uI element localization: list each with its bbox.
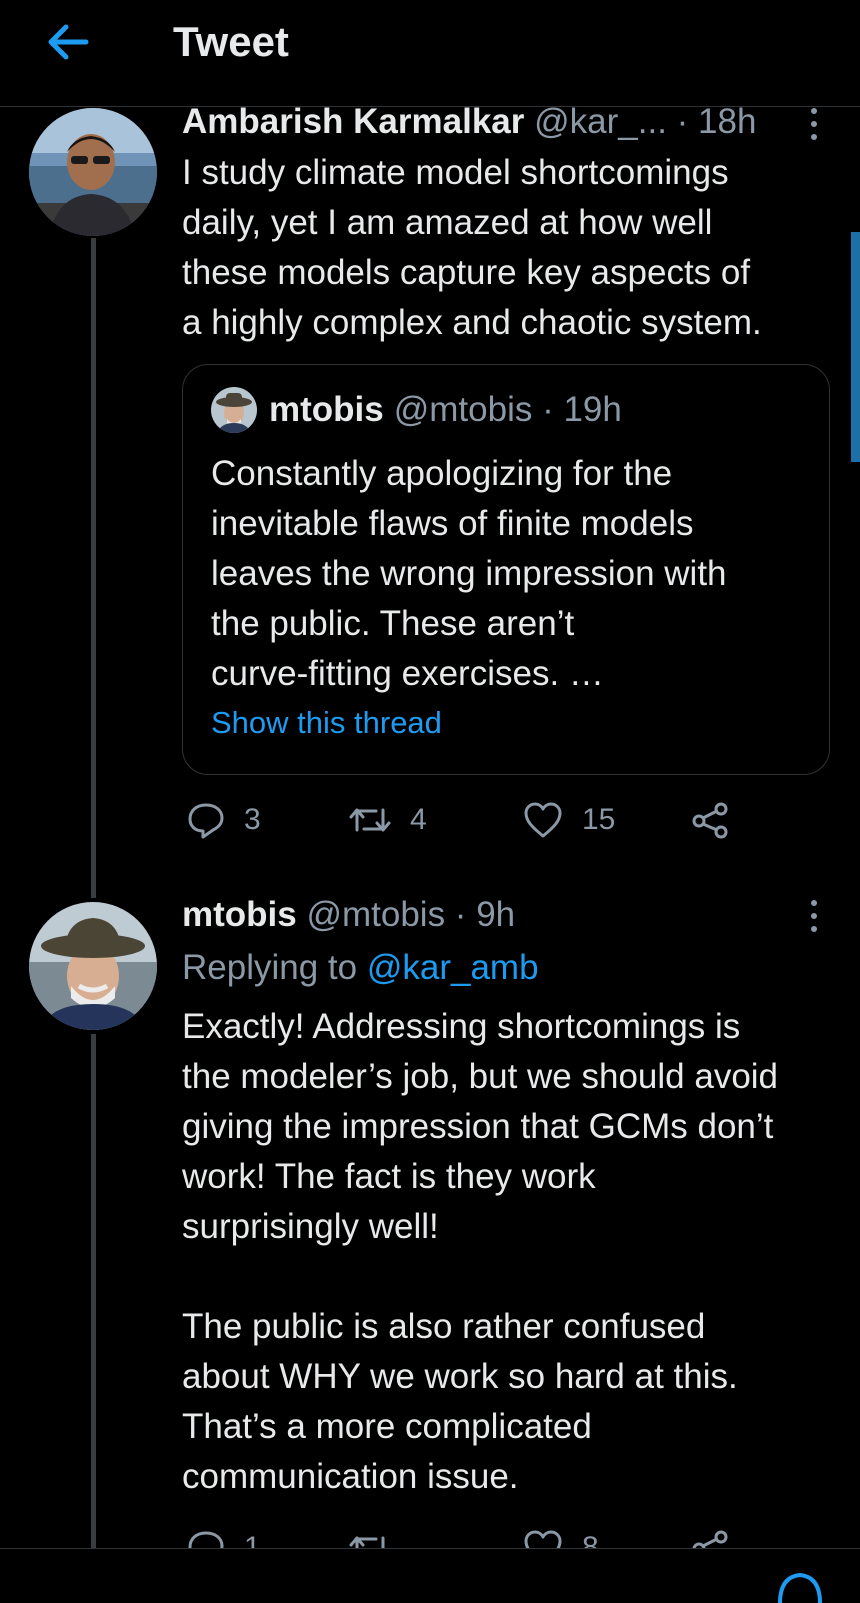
quote-author-name: mtobis (269, 390, 384, 429)
author-name[interactable]: mtobis (182, 895, 297, 934)
back-button[interactable] (40, 18, 96, 66)
handle-time: @mtobis · 9h (306, 895, 516, 934)
reply-count: 3 (244, 803, 261, 836)
like-count: 15 (582, 803, 616, 836)
page-title: Tweet (173, 18, 289, 65)
compose-icon[interactable] (775, 1563, 825, 1603)
tweet-text: I study climate model shortcomings daily… (182, 153, 762, 342)
tweet-header: Ambarish Karmalkar @kar_... · 18h (182, 102, 756, 142)
tweet-text: Exactly! Addressing shortcomings is the … (182, 1007, 779, 1496)
replying-prefix: Replying to (182, 948, 367, 987)
share-icon (692, 802, 728, 839)
more-icon (811, 108, 817, 114)
more-options-button[interactable] (800, 104, 828, 144)
heart-icon (524, 802, 562, 838)
retweet-button[interactable]: 4 (348, 800, 427, 840)
retweet-count: 4 (410, 803, 427, 836)
replying-handle-link[interactable]: @kar_amb (367, 948, 539, 987)
top-bar: Tweet (0, 0, 860, 107)
heart-icon (524, 1530, 562, 1550)
share-icon (692, 1530, 728, 1550)
like-button[interactable]: 8 (522, 1528, 599, 1550)
reply-icon (188, 803, 224, 839)
quote-handle-time: @mtobis · 19h (393, 390, 622, 429)
avatar[interactable] (29, 108, 157, 236)
quote-avatar (211, 387, 257, 433)
tweet-actions: 1 8 (182, 1528, 742, 1550)
quote-text: Constantly apologizing for the inevitabl… (211, 454, 727, 693)
arrow-left-icon (48, 24, 89, 60)
scrollbar-thumb[interactable] (851, 232, 860, 462)
like-button[interactable]: 15 (522, 800, 615, 840)
thread-line (91, 238, 96, 898)
share-button[interactable] (690, 1528, 742, 1550)
avatar[interactable] (29, 902, 157, 1030)
reply-button[interactable]: 3 (186, 800, 261, 840)
quote-header: mtobis @mtobis · 19h (211, 387, 622, 433)
reply-bar (0, 1548, 860, 1603)
handle-time: @kar_... · 18h (534, 102, 757, 141)
retweet-icon (349, 1536, 391, 1550)
author-name[interactable]: Ambarish Karmalkar (182, 102, 524, 141)
tweet-actions: 3 4 15 (182, 800, 742, 850)
share-button[interactable] (690, 800, 748, 840)
reply-icon (188, 1531, 224, 1550)
tweet-header: mtobis @mtobis · 9h (182, 895, 515, 935)
reply-button[interactable]: 1 (186, 1528, 261, 1550)
more-icon (811, 900, 817, 906)
thread-line (91, 1034, 96, 1554)
show-thread-link[interactable]: Show this thread (211, 705, 442, 741)
more-options-button[interactable] (800, 896, 828, 936)
retweet-button[interactable] (348, 1528, 410, 1550)
quoted-tweet[interactable]: mtobis @mtobis · 19h Constantly apologiz… (182, 364, 830, 775)
retweet-icon (349, 808, 391, 832)
replying-to: Replying to @kar_amb (182, 948, 539, 988)
